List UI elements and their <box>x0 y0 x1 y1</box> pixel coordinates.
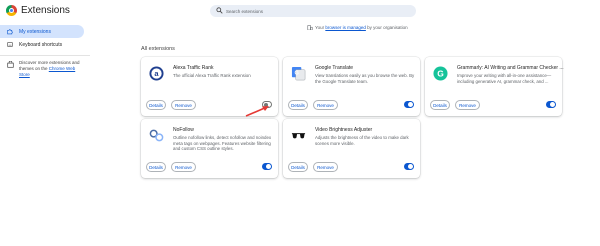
enable-toggle[interactable] <box>262 163 272 170</box>
search-input[interactable] <box>226 5 406 17</box>
sidebar-item-label: Keyboard shortcuts <box>19 42 63 48</box>
toggle-knob <box>550 102 555 107</box>
extension-name: NoFollow <box>173 127 194 133</box>
nofollow-icon <box>149 129 164 142</box>
enable-toggle[interactable] <box>404 101 414 108</box>
sidebar-item-keyboard-shortcuts[interactable]: Keyboard shortcuts <box>0 38 84 51</box>
sidebar-item-label: My extensions <box>19 29 51 35</box>
extension-name: Video Brightness Adjuster <box>315 127 373 133</box>
svg-text:G: G <box>294 70 299 76</box>
managed-notice-suffix: by your organisation <box>365 25 408 30</box>
remove-button[interactable]: Remove <box>171 162 196 172</box>
extension-card-google-translate: G Google Translate View translations eas… <box>283 57 420 116</box>
extension-card-video-brightness: Video Brightness Adjuster Adjusts the br… <box>283 119 420 178</box>
remove-button[interactable]: Remove <box>313 100 338 110</box>
web-store-promo: Discover more extensions and themes on t… <box>19 60 85 78</box>
puzzle-icon <box>7 29 13 35</box>
toggle-knob <box>408 102 413 107</box>
top-bar: Extensions <box>0 0 600 22</box>
toggle-knob <box>408 164 413 169</box>
remove-button[interactable]: Remove <box>313 162 338 172</box>
web-store-icon <box>7 61 14 68</box>
remove-button[interactable]: Remove <box>455 100 480 110</box>
keyboard-icon <box>7 42 13 47</box>
details-button[interactable]: Details <box>146 100 166 110</box>
extension-card-nofollow: NoFollow Outline nofollow links, detect … <box>141 119 278 178</box>
remove-button[interactable]: Remove <box>171 100 196 110</box>
managed-notice: Your browser is managed by your organisa… <box>307 25 408 31</box>
toggle-knob <box>266 164 271 169</box>
extension-name: Google Translate <box>315 65 354 71</box>
grammarly-icon: G <box>433 66 448 81</box>
managed-notice-link[interactable]: browser is managed <box>325 25 366 30</box>
extension-description: Outline nofollow links, detect nofollow … <box>173 135 272 152</box>
extension-description: Adjusts the brightness of the video to m… <box>315 135 409 146</box>
search-bar[interactable] <box>210 5 416 17</box>
search-icon <box>216 7 223 14</box>
section-title: All extensions <box>141 46 175 52</box>
details-button[interactable]: Details <box>430 100 450 110</box>
extension-name: Grammarly: AI Writing and Grammar Checke… <box>457 65 564 71</box>
details-button[interactable]: Details <box>288 100 308 110</box>
sidebar-item-my-extensions[interactable]: My extensions <box>0 25 84 38</box>
enable-toggle[interactable] <box>404 163 414 170</box>
sidebar-divider <box>0 55 90 56</box>
extension-description: The official Alexa Traffic Rank extensio… <box>173 73 251 78</box>
translate-icon: G <box>291 66 306 81</box>
building-icon <box>307 25 313 31</box>
page-title: Extensions <box>21 5 70 16</box>
alexa-icon: a <box>149 66 164 81</box>
extension-card-grammarly: G Grammarly: AI Writing and Grammar Chec… <box>425 57 564 116</box>
sunglasses-icon <box>291 133 306 139</box>
extensions-logo-icon <box>6 5 17 16</box>
annotation-arrow-icon <box>245 106 269 117</box>
extension-description: View translations easily as you browse t… <box>315 73 415 84</box>
managed-notice-prefix: Your <box>315 25 326 30</box>
svg-text:G: G <box>437 68 444 78</box>
extension-name: Alexa Traffic Rank <box>173 65 214 71</box>
details-button[interactable]: Details <box>146 162 166 172</box>
enable-toggle[interactable] <box>546 101 556 108</box>
extension-description: Improve your writing with all-in-one ass… <box>457 73 552 84</box>
details-button[interactable]: Details <box>288 162 308 172</box>
